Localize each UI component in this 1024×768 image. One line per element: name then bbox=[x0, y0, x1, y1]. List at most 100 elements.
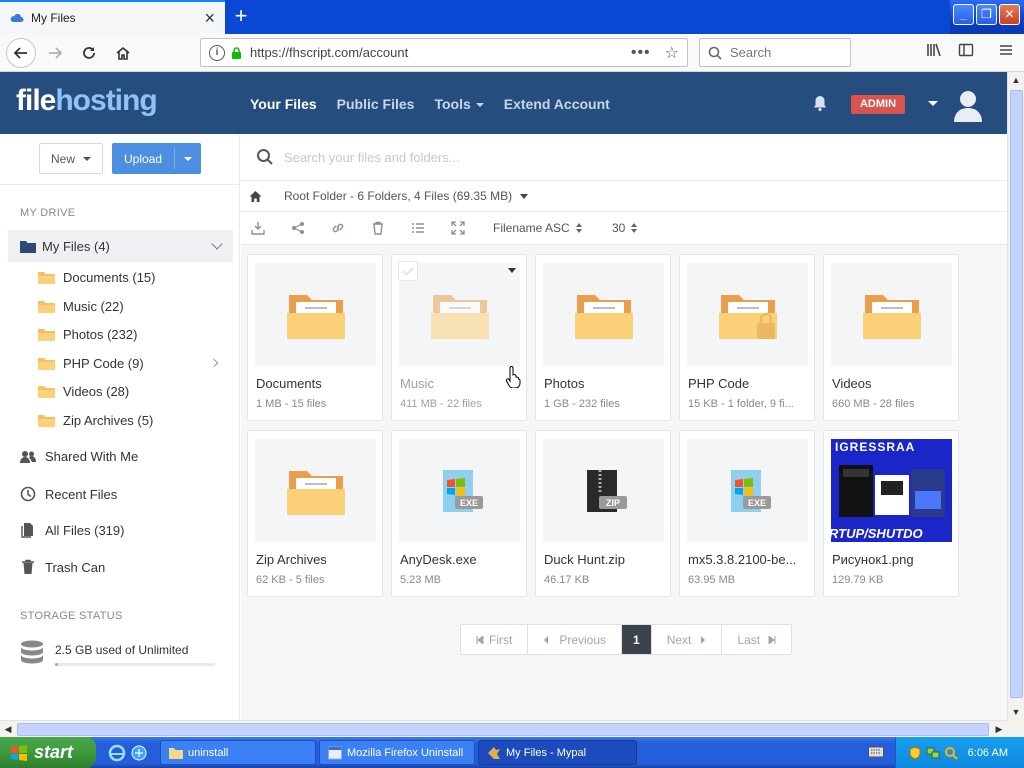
breadcrumb: Root Folder - 6 Folders, 4 Files (69.35 … bbox=[241, 181, 1007, 212]
avatar-icon[interactable] bbox=[952, 88, 984, 122]
share-icon[interactable] bbox=[291, 221, 305, 235]
url-text[interactable]: https://fhscript.com/account bbox=[250, 45, 631, 60]
chevron-down-icon[interactable] bbox=[211, 238, 223, 250]
file-search-input[interactable] bbox=[284, 149, 684, 165]
fullscreen-icon[interactable] bbox=[451, 221, 465, 235]
folder-card[interactable]: PHP Code 15 KB - 1 folder, 9 fi... bbox=[679, 254, 815, 421]
chevron-down-icon[interactable] bbox=[520, 193, 529, 199]
taskbar-item-uninstall[interactable]: uninstall bbox=[160, 740, 316, 765]
item-meta: 5.23 MB bbox=[400, 574, 441, 586]
nav-your-files[interactable]: Your Files bbox=[250, 96, 317, 112]
network-icon[interactable] bbox=[926, 746, 940, 760]
scroll-right-icon[interactable]: ▶ bbox=[991, 721, 1007, 737]
file-card[interactable]: IGRESSRAA RTUP/SHUTDO Рисунок1.png 129.79 K… bbox=[823, 430, 959, 597]
nav-tools[interactable]: Tools bbox=[434, 96, 484, 112]
sidebar-folder-item[interactable]: Photos (232) bbox=[38, 327, 233, 342]
pager-last[interactable]: Last bbox=[722, 625, 791, 654]
download-icon[interactable] bbox=[251, 221, 265, 235]
pager-previous[interactable]: Previous bbox=[528, 625, 623, 654]
show-desktop-icon[interactable] bbox=[130, 744, 148, 762]
sidebar-folder-item[interactable]: Documents (15) bbox=[38, 270, 233, 285]
admin-badge[interactable]: ADMIN bbox=[851, 95, 905, 114]
breadcrumb-root[interactable]: Root Folder - 6 Folders, 4 Files (69.35 … bbox=[284, 189, 512, 203]
sidebar-folder-item[interactable]: Music (22) bbox=[38, 299, 233, 314]
pager-current-page[interactable]: 1 bbox=[622, 625, 652, 654]
minimize-button[interactable]: _ bbox=[953, 4, 974, 25]
internet-explorer-icon[interactable] bbox=[108, 744, 126, 762]
upload-dropdown-icon[interactable] bbox=[184, 157, 192, 161]
link-icon[interactable] bbox=[331, 221, 345, 235]
new-tab-button[interactable]: + bbox=[228, 4, 254, 30]
scroll-up-icon[interactable]: ▲ bbox=[1008, 72, 1024, 88]
nav-extend-account[interactable]: Extend Account bbox=[504, 96, 610, 112]
sidebar-item-all-files[interactable]: All Files (319) bbox=[20, 522, 124, 538]
bookmark-star-icon[interactable]: ☆ bbox=[665, 43, 679, 63]
scrollbar-thumb[interactable] bbox=[1010, 90, 1023, 698]
shield-icon[interactable] bbox=[908, 745, 922, 760]
pager-previous-label: Previous bbox=[559, 632, 607, 647]
browser-search-box[interactable]: Search bbox=[699, 38, 851, 67]
sidebar-toggle-icon[interactable] bbox=[955, 42, 977, 64]
file-card[interactable]: ZIP Duck Hunt.zip 46.17 KB bbox=[535, 430, 671, 597]
horizontal-scrollbar[interactable]: ◀ ▶ bbox=[0, 720, 1007, 737]
scrollbar-thumb[interactable] bbox=[17, 723, 989, 736]
upload-button[interactable]: Upload bbox=[112, 143, 201, 174]
pager-next[interactable]: Next bbox=[652, 625, 723, 654]
file-card[interactable]: EXE AnyDesk.exe 5.23 MB bbox=[391, 430, 527, 597]
file-card[interactable]: EXE mx5.3.8.2100-be... 63.95 MB bbox=[679, 430, 815, 597]
page-actions-icon[interactable]: ••• bbox=[631, 44, 651, 62]
sidebar-item-recent-files[interactable]: Recent Files bbox=[20, 486, 117, 502]
start-button[interactable]: start bbox=[0, 737, 96, 768]
folder-card[interactable]: Music 411 MB - 22 files bbox=[391, 254, 527, 421]
sidebar-item-my-files[interactable]: My Files (4) bbox=[8, 230, 233, 262]
chevron-right-icon[interactable] bbox=[209, 359, 219, 368]
scroll-left-icon[interactable]: ◀ bbox=[0, 721, 16, 737]
scroll-down-icon[interactable]: ▼ bbox=[1008, 704, 1024, 720]
nav-public-files[interactable]: Public Files bbox=[337, 96, 415, 112]
info-icon[interactable]: i bbox=[209, 44, 225, 61]
item-name: Music bbox=[400, 376, 434, 391]
item-menu-caret-icon[interactable] bbox=[508, 268, 516, 273]
reload-button[interactable] bbox=[74, 38, 104, 68]
taskbar-item-firefox-uninstall[interactable]: Mozilla Firefox Uninstall bbox=[319, 740, 475, 765]
bell-icon[interactable] bbox=[811, 94, 829, 112]
sort-label: Filename ASC bbox=[493, 221, 570, 235]
folder-card[interactable]: Zip Archives 62 KB - 5 files bbox=[247, 430, 383, 597]
site-logo[interactable]: filehosting bbox=[16, 84, 158, 118]
sidebar-item-trash-can[interactable]: Trash Can bbox=[20, 559, 105, 575]
sidebar-folder-item[interactable]: Zip Archives (5) bbox=[38, 413, 233, 428]
select-checkbox[interactable] bbox=[398, 261, 418, 281]
address-bar[interactable]: i https://fhscript.com/account ••• ☆ bbox=[200, 38, 688, 67]
trash-icon[interactable] bbox=[371, 221, 385, 235]
sidebar-link-label: Trash Can bbox=[45, 559, 106, 575]
taskbar-item-my-files[interactable]: My Files - Mypal bbox=[478, 740, 637, 765]
keyboard-icon[interactable] bbox=[868, 746, 884, 758]
sidebar-item-shared-with-me[interactable]: Shared With Me bbox=[20, 449, 138, 464]
folder-card[interactable]: Photos 1 GB - 232 files bbox=[535, 254, 671, 421]
tab-close-icon[interactable]: × bbox=[204, 9, 215, 27]
home-button[interactable] bbox=[108, 38, 138, 68]
sort-arrows-icon bbox=[631, 223, 638, 233]
per-page-selector[interactable]: 30 bbox=[612, 221, 638, 235]
list-view-icon[interactable] bbox=[411, 221, 425, 235]
folder-card[interactable]: Documents 1 MB - 15 files bbox=[247, 254, 383, 421]
tab-my-files[interactable]: My Files × bbox=[0, 0, 225, 34]
library-icon[interactable] bbox=[923, 42, 945, 64]
sidebar-folder-item[interactable]: Videos (28) bbox=[38, 384, 233, 399]
sort-selector[interactable]: Filename ASC bbox=[493, 221, 583, 235]
close-window-button[interactable]: ✕ bbox=[999, 4, 1020, 25]
restore-button[interactable]: ❐ bbox=[976, 4, 997, 25]
account-chevron-icon[interactable] bbox=[928, 101, 938, 106]
magnifier-icon[interactable] bbox=[944, 746, 958, 760]
menu-icon[interactable] bbox=[995, 42, 1017, 64]
vertical-scrollbar[interactable]: ▲ ▼ bbox=[1007, 72, 1024, 720]
pager-first[interactable]: First bbox=[461, 625, 529, 654]
back-button[interactable] bbox=[6, 37, 36, 68]
home-icon[interactable] bbox=[249, 190, 262, 203]
folder-card[interactable]: Videos 660 MB - 28 files bbox=[823, 254, 959, 421]
new-button[interactable]: New bbox=[39, 143, 103, 174]
clock[interactable]: 6:06 AM bbox=[968, 747, 1008, 759]
forward-button[interactable] bbox=[40, 38, 70, 68]
sidebar-folder-item[interactable]: PHP Code (9) bbox=[38, 356, 233, 371]
files-icon bbox=[20, 522, 36, 538]
